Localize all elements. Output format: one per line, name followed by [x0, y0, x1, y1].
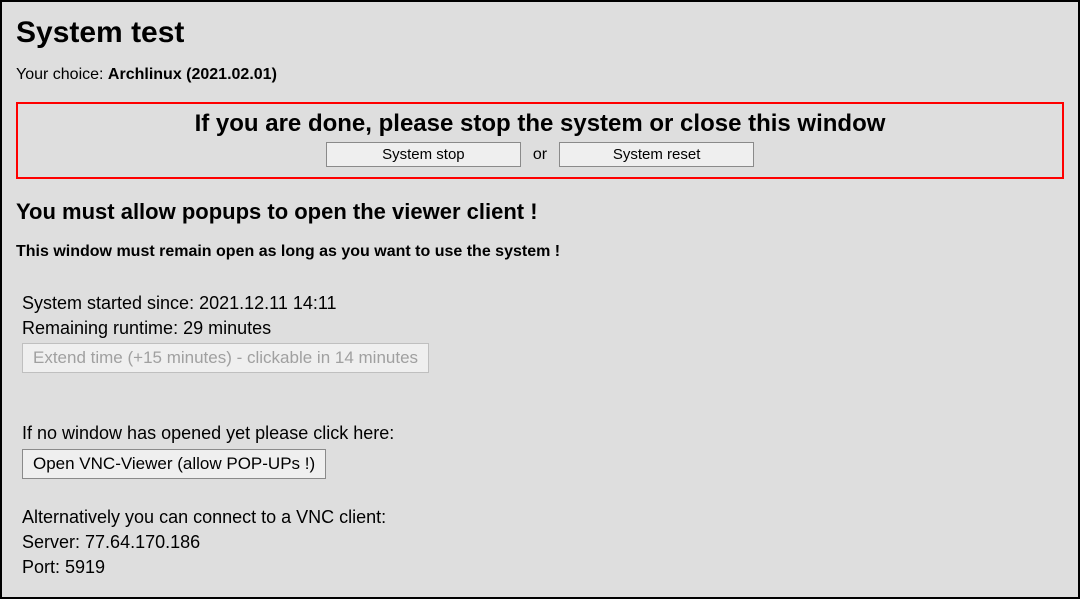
- system-test-window: System test Your choice: Archlinux (2021…: [0, 0, 1080, 599]
- no-window-text: If no window has opened yet please click…: [22, 421, 1064, 446]
- page-title: System test: [16, 16, 1064, 50]
- started-value: 2021.12.11 14:11: [199, 293, 336, 313]
- status-block: System started since: 2021.12.11 14:11 R…: [16, 291, 1064, 373]
- server-value: 77.64.170.186: [85, 532, 200, 552]
- started-line: System started since: 2021.12.11 14:11: [22, 291, 1064, 316]
- stop-system-box: If you are done, please stop the system …: [16, 102, 1064, 179]
- extend-time-button: Extend time (+15 minutes) - clickable in…: [22, 343, 429, 373]
- vnc-alt-block: Alternatively you can connect to a VNC c…: [22, 505, 1064, 581]
- open-vnc-viewer-button[interactable]: Open VNC-Viewer (allow POP-UPs !): [22, 449, 326, 479]
- choice-label: Your choice:: [16, 66, 108, 83]
- server-line: Server: 77.64.170.186: [22, 530, 1064, 555]
- remain-open-warning: This window must remain open as long as …: [16, 243, 1064, 261]
- remaining-label: Remaining runtime:: [22, 318, 183, 338]
- port-value: 5919: [65, 557, 105, 577]
- stop-box-heading: If you are done, please stop the system …: [26, 110, 1054, 138]
- system-stop-button[interactable]: System stop: [326, 142, 521, 167]
- popup-warning-heading: You must allow popups to open the viewer…: [16, 199, 1064, 225]
- port-label: Port:: [22, 557, 65, 577]
- server-label: Server:: [22, 532, 85, 552]
- or-text: or: [533, 146, 547, 164]
- choice-value: Archlinux (2021.02.01): [108, 66, 277, 83]
- alt-connect-text: Alternatively you can connect to a VNC c…: [22, 505, 1064, 530]
- port-line: Port: 5919: [22, 555, 1064, 580]
- stop-box-buttons: System stop or System reset: [26, 142, 1054, 167]
- started-label: System started since:: [22, 293, 199, 313]
- system-reset-button[interactable]: System reset: [559, 142, 754, 167]
- choice-line: Your choice: Archlinux (2021.02.01): [16, 66, 1064, 84]
- remaining-line: Remaining runtime: 29 minutes: [22, 316, 1064, 341]
- remaining-value: 29 minutes: [183, 318, 271, 338]
- vnc-block: If no window has opened yet please click…: [16, 421, 1064, 580]
